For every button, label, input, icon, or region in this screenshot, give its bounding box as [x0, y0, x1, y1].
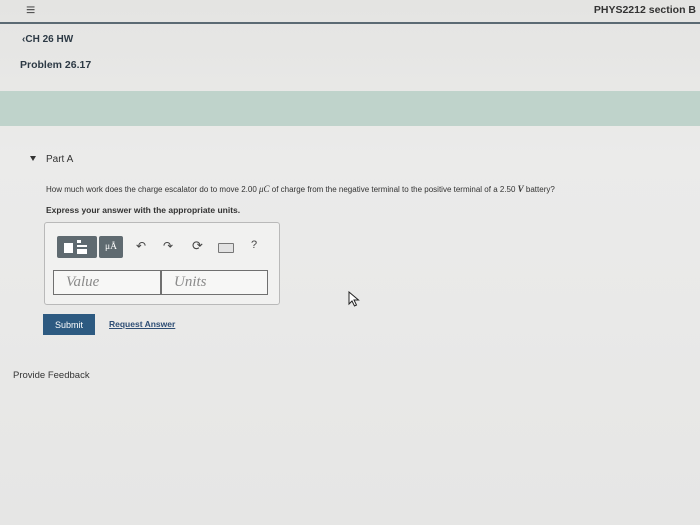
part-a-header[interactable]: Part A: [30, 154, 73, 165]
provide-feedback-link[interactable]: Provide Feedback: [13, 370, 90, 381]
keyboard-icon[interactable]: [218, 243, 234, 253]
request-answer-link[interactable]: Request Answer: [109, 319, 175, 329]
redo-icon[interactable]: ↷: [163, 239, 173, 253]
back-link-label: CH 26 HW: [25, 34, 74, 45]
value-input[interactable]: Value: [53, 270, 161, 295]
units-input[interactable]: Units: [161, 270, 268, 295]
problem-title: Problem 26.17: [20, 59, 92, 71]
mouse-cursor-icon: [348, 291, 360, 307]
header-divider: [0, 22, 700, 24]
answer-editor: μÅ ↶ ↷ ⟳ ? Value Units: [44, 222, 280, 305]
reset-icon[interactable]: ⟳: [192, 238, 203, 254]
undo-icon[interactable]: ↶: [136, 239, 146, 253]
question-text: How much work does the charge escalator …: [46, 184, 555, 194]
caret-down-icon[interactable]: [30, 156, 36, 161]
templates-button[interactable]: [57, 236, 97, 258]
templates-icon: [64, 240, 87, 254]
answer-instruction: Express your answer with the appropriate…: [46, 205, 241, 215]
charge-unit: μC: [259, 184, 270, 194]
hamburger-icon[interactable]: ≡: [26, 3, 35, 19]
units-button-label: μÅ: [105, 242, 117, 252]
course-title: PHYS2212 section B: [593, 4, 696, 16]
units-button[interactable]: μÅ: [99, 236, 123, 258]
part-a-label: Part A: [46, 154, 74, 165]
problem-banner: [0, 91, 700, 126]
back-link[interactable]: ‹CH 26 HW: [22, 34, 73, 45]
submit-button[interactable]: Submit: [43, 314, 95, 335]
top-bar: ≡ PHYS2212 section B: [0, 0, 700, 22]
help-icon[interactable]: ?: [251, 239, 257, 251]
